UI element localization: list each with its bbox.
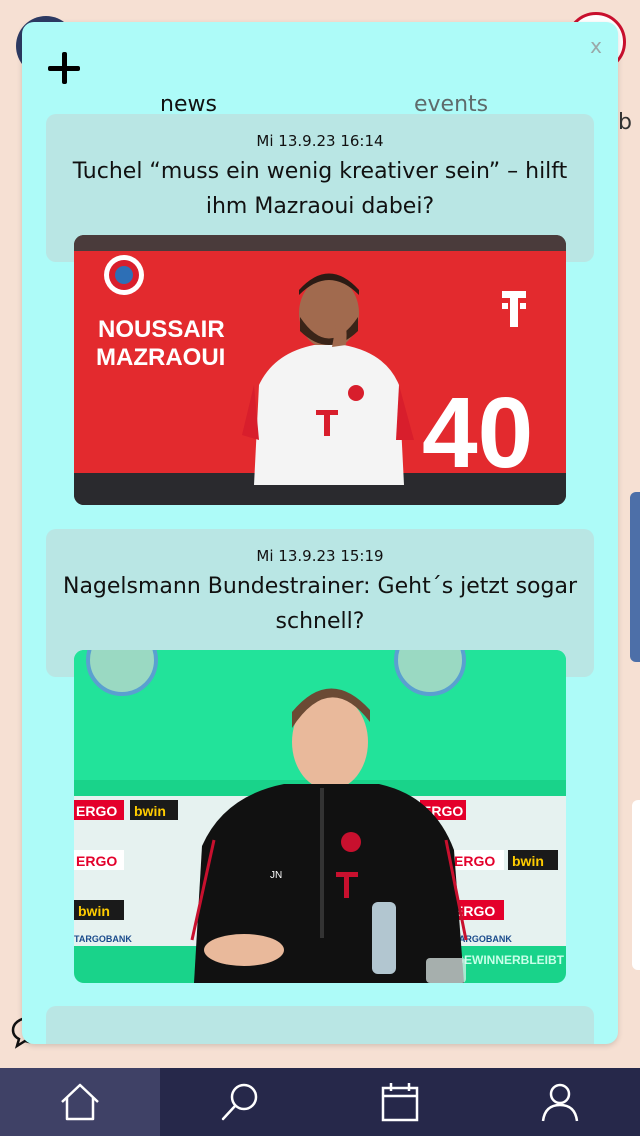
news-modal: x news events Mi 13.9.23 16:14 Tuchel “m… [22, 22, 618, 1044]
news-title: Nagelsmann Bundestrainer: Geht´s jetzt s… [62, 574, 577, 634]
news-title: Tuchel “muss ein wenig kreativer sein” –… [72, 159, 568, 219]
sponsor-text: bwin [134, 803, 166, 819]
sponsor-text: ERGO [76, 853, 117, 869]
home-icon [61, 1083, 99, 1121]
calendar-icon [381, 1083, 419, 1122]
nav-profile[interactable] [480, 1068, 640, 1136]
close-button[interactable]: x [590, 34, 602, 58]
search-icon [221, 1083, 258, 1121]
sponsor-text: TARGOBANK [74, 934, 132, 944]
nav-calendar[interactable] [320, 1068, 480, 1136]
sponsor-text: ERGO [454, 853, 495, 869]
background-card [630, 492, 640, 662]
profile-icon [541, 1083, 579, 1122]
news-card[interactable] [46, 1006, 594, 1044]
jersey-number: 40 [422, 377, 533, 489]
sponsor-text: ERGO [76, 803, 117, 819]
player-first-name: NOUSSAIR [98, 316, 225, 343]
news-date: Mi 13.9.23 16:14 [256, 132, 384, 150]
news-image[interactable]: NOUSSAIR MAZRAOUI 40 [74, 235, 566, 505]
background-text: b [618, 110, 632, 135]
nav-search[interactable] [160, 1068, 320, 1136]
news-image[interactable]: ERGO bwin ERGO bwin TARGOBANK ERGO ERGO … [74, 650, 566, 983]
add-button[interactable] [46, 50, 82, 86]
nav-home[interactable] [0, 1068, 160, 1136]
bottom-navigation [0, 1068, 640, 1136]
sponsor-text: bwin [78, 903, 110, 919]
sponsor-text: bwin [512, 853, 544, 869]
background-card [632, 800, 640, 970]
sponsor-text: TARGOBANK [454, 934, 512, 944]
news-date: Mi 13.9.23 15:19 [256, 547, 384, 565]
jacket-initials: JN [270, 870, 282, 881]
player-last-name: MAZRAOUI [96, 344, 225, 371]
